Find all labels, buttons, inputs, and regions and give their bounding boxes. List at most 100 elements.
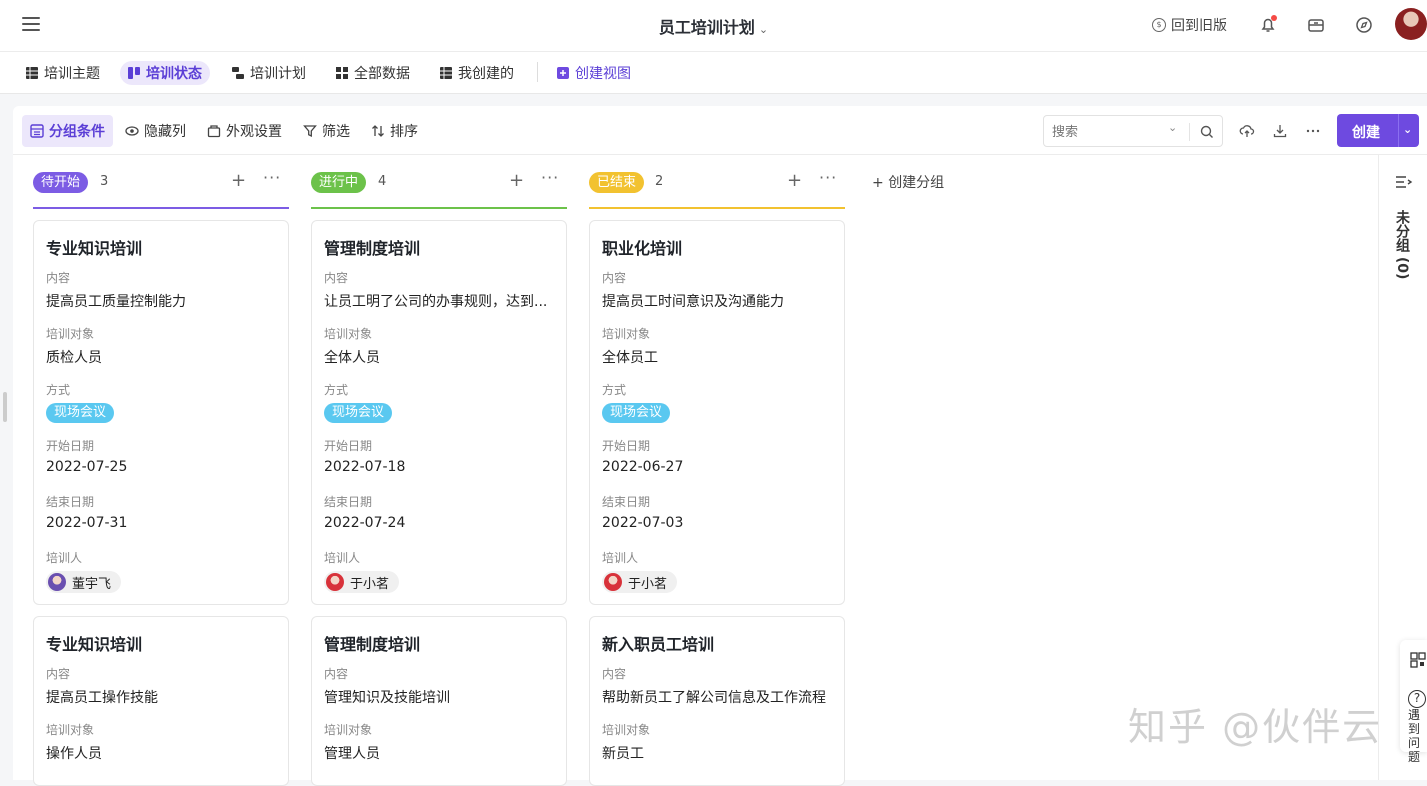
hide-label: 隐藏列: [144, 124, 186, 140]
qrcode-icon[interactable]: [1410, 652, 1426, 668]
field-label: 结束日期: [46, 495, 95, 509]
eye-icon: [125, 126, 139, 136]
back-to-old-button[interactable]: $ 回到旧版: [1152, 15, 1227, 35]
card-title: 专业知识培训: [46, 635, 143, 654]
kanban-panel: 分组条件 隐藏列 外观设置 筛选 排序 ⌄ 创建 ⌄: [13, 106, 1427, 786]
tab-divider: [537, 62, 538, 82]
field-value: 2022-07-31: [46, 515, 128, 531]
column-header: 待开始 3 + ···: [33, 168, 289, 209]
plus-square-icon: [557, 67, 569, 79]
avatar: [326, 573, 344, 591]
field-value: 2022-07-03: [602, 515, 684, 531]
column-more-icon[interactable]: ···: [819, 168, 837, 187]
kanban-card[interactable]: 专业知识培训 内容 提高员工质量控制能力 培训对象 质检人员 方式 现场会议 开…: [33, 220, 289, 605]
kanban-card[interactable]: 新入职员工培训 内容 帮助新员工了解公司信息及工作流程 培训对象 新员工: [589, 616, 845, 786]
field-label: 方式: [46, 383, 71, 397]
field-value: 帮助新员工了解公司信息及工作流程: [602, 690, 826, 706]
ungrouped-label[interactable]: 未分组 (0): [1394, 210, 1412, 279]
compass-icon[interactable]: [1354, 15, 1374, 35]
add-card-icon[interactable]: +: [231, 170, 246, 191]
column-count: 3: [100, 174, 109, 189]
watermark: 知乎 @伙伴云: [1128, 705, 1383, 749]
column-count: 2: [655, 174, 664, 189]
card-title: 专业知识培训: [46, 239, 143, 258]
kanban-card[interactable]: 管理制度培训 内容 管理知识及技能培训 培训对象 管理人员: [311, 616, 567, 786]
more-icon[interactable]: [1305, 123, 1321, 139]
create-label: 创建: [1352, 125, 1380, 141]
create-button[interactable]: 创建 ⌄: [1337, 114, 1419, 147]
person-name: 于小茗: [628, 576, 668, 592]
method-tag: 现场会议: [324, 403, 393, 423]
column-more-icon[interactable]: ···: [541, 168, 559, 187]
person-chip[interactable]: 于小茗: [602, 571, 678, 593]
person-chip[interactable]: 董宇飞: [46, 571, 122, 593]
upload-icon[interactable]: [1239, 123, 1255, 139]
method-tag: 现场会议: [46, 403, 115, 423]
status-badge: 进行中: [311, 172, 367, 193]
kanban-card[interactable]: 专业知识培训 内容 提高员工操作技能 培训对象 操作人员: [33, 616, 289, 786]
field-value: 提高员工质量控制能力: [46, 294, 186, 310]
create-group-button[interactable]: + 创建分组: [872, 172, 944, 192]
add-card-icon[interactable]: +: [509, 170, 524, 191]
create-group-label: 创建分组: [888, 175, 945, 191]
sort-button[interactable]: 排序: [363, 115, 426, 147]
kanban-card[interactable]: 管理制度培训 内容 让员工明了公司的办事规则，达到... 培训对象 全体人员 方…: [311, 220, 567, 605]
tab-label: 我创建的: [458, 66, 514, 82]
chevron-down-icon[interactable]: ⌄: [1403, 123, 1412, 136]
field-label: 培训对象: [602, 723, 651, 737]
download-icon[interactable]: [1272, 123, 1288, 139]
column-underline: [311, 207, 567, 209]
field-label: 培训对象: [324, 723, 373, 737]
appearance-button[interactable]: 外观设置: [199, 115, 290, 147]
chevron-down-icon: ⌄: [758, 23, 769, 36]
hide-columns-button[interactable]: 隐藏列: [117, 115, 194, 147]
tab-training-plan[interactable]: 培训计划: [224, 61, 314, 85]
field-value: 2022-06-27: [602, 459, 684, 475]
tab-label: 全部数据: [354, 66, 410, 82]
tab-all-data[interactable]: 全部数据: [328, 61, 418, 85]
tab-my-created[interactable]: 我创建的: [432, 61, 522, 85]
field-value: 全体员工: [602, 350, 658, 366]
column-count: 4: [378, 174, 387, 189]
create-view-label: 创建视图: [575, 66, 631, 82]
appearance-label: 外观设置: [226, 124, 282, 140]
field-label: 培训人: [46, 551, 83, 565]
sort-icon: [372, 125, 384, 137]
help-button[interactable]: ? 遇到问题: [1408, 690, 1427, 764]
field-value: 管理知识及技能培训: [324, 690, 450, 706]
chevron-down-icon[interactable]: ⌄: [1168, 121, 1177, 134]
field-label: 培训人: [324, 551, 361, 565]
inbox-icon[interactable]: [1306, 15, 1326, 35]
field-value: 2022-07-25: [46, 459, 128, 475]
card-title: 职业化培训: [602, 239, 683, 258]
method-tag: 现场会议: [602, 403, 671, 423]
search-icon[interactable]: [1199, 124, 1215, 140]
person-chip[interactable]: 于小茗: [324, 571, 400, 593]
field-label: 内容: [46, 271, 71, 285]
table-icon: [440, 67, 452, 79]
field-label: 内容: [46, 667, 71, 681]
user-avatar[interactable]: [1395, 8, 1427, 40]
toolbar: 分组条件 隐藏列 外观设置 筛选 排序 ⌄ 创建 ⌄: [13, 106, 1427, 155]
field-value: 管理人员: [324, 746, 380, 762]
search-divider: [1189, 123, 1190, 141]
filter-label: 筛选: [322, 124, 350, 140]
column-more-icon[interactable]: ···: [263, 168, 281, 187]
add-card-icon[interactable]: +: [787, 170, 802, 191]
field-label: 培训对象: [602, 327, 651, 341]
search-input[interactable]: [1052, 122, 1162, 142]
collapse-list-icon[interactable]: [1395, 175, 1413, 189]
card-title: 管理制度培训: [324, 635, 421, 654]
floating-help-panel: ? 遇到问题: [1400, 640, 1427, 764]
field-value: 提高员工时间意识及沟通能力: [602, 294, 784, 310]
group-condition-button[interactable]: 分组条件: [22, 115, 113, 147]
bell-icon[interactable]: [1258, 15, 1278, 35]
resize-handle[interactable]: [3, 392, 7, 422]
field-label: 结束日期: [602, 495, 651, 509]
field-label: 内容: [602, 667, 627, 681]
create-view-button[interactable]: 创建视图: [549, 61, 639, 85]
tab-training-status[interactable]: 培训状态: [120, 61, 210, 85]
filter-button[interactable]: 筛选: [295, 115, 358, 147]
kanban-card[interactable]: 职业化培训 内容 提高员工时间意识及沟通能力 培训对象 全体员工 方式 现场会议…: [589, 220, 845, 605]
tab-training-topic[interactable]: 培训主题: [18, 61, 108, 85]
